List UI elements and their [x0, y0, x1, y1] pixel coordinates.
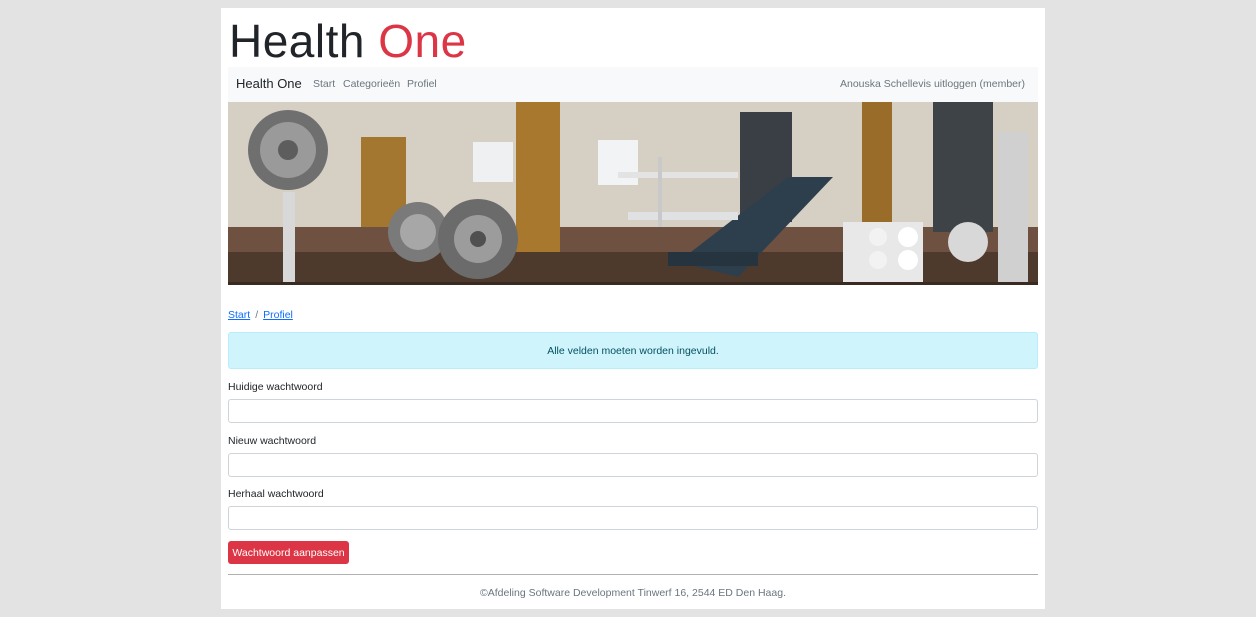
breadcrumb-item-start[interactable]: Start [228, 309, 250, 321]
current-password-label: Huidige wachtwoord [228, 381, 323, 393]
page-container: Health One Health One Start Categorieën … [221, 8, 1045, 609]
gym-equipment-photo-icon [228, 102, 1038, 285]
footer-divider [228, 574, 1038, 575]
nav-link-profiel[interactable]: Profiel [407, 78, 437, 90]
site-title: Health One [229, 12, 467, 70]
nav-user-logout[interactable]: Anouska Schellevis uitloggen (member) [840, 78, 1025, 90]
navbar: Health One Start Categorieën Profiel Ano… [228, 67, 1038, 102]
repeat-password-input[interactable] [228, 506, 1038, 530]
change-password-button[interactable]: Wachtwoord aanpassen [228, 541, 349, 564]
site-title-accent: One [378, 15, 467, 67]
new-password-input[interactable] [228, 453, 1038, 477]
info-alert-text: Alle velden moeten worden ingevuld. [547, 344, 719, 357]
nav-link-categorieen[interactable]: Categorieën [343, 78, 400, 90]
breadcrumb-item-profiel[interactable]: Profiel [263, 309, 293, 321]
info-alert: Alle velden moeten worden ingevuld. [228, 332, 1038, 369]
repeat-password-label: Herhaal wachtwoord [228, 488, 324, 500]
nav-link-start[interactable]: Start [313, 78, 335, 90]
breadcrumb: Start / Profiel [228, 309, 293, 321]
current-password-input[interactable] [228, 399, 1038, 423]
footer-text: ©Afdeling Software Development Tinwerf 1… [480, 587, 786, 599]
navbar-brand[interactable]: Health One [236, 76, 302, 91]
new-password-label: Nieuw wachtwoord [228, 435, 317, 447]
banner-image [228, 102, 1038, 285]
site-title-main: Health [229, 15, 379, 67]
breadcrumb-separator: / [255, 309, 259, 321]
